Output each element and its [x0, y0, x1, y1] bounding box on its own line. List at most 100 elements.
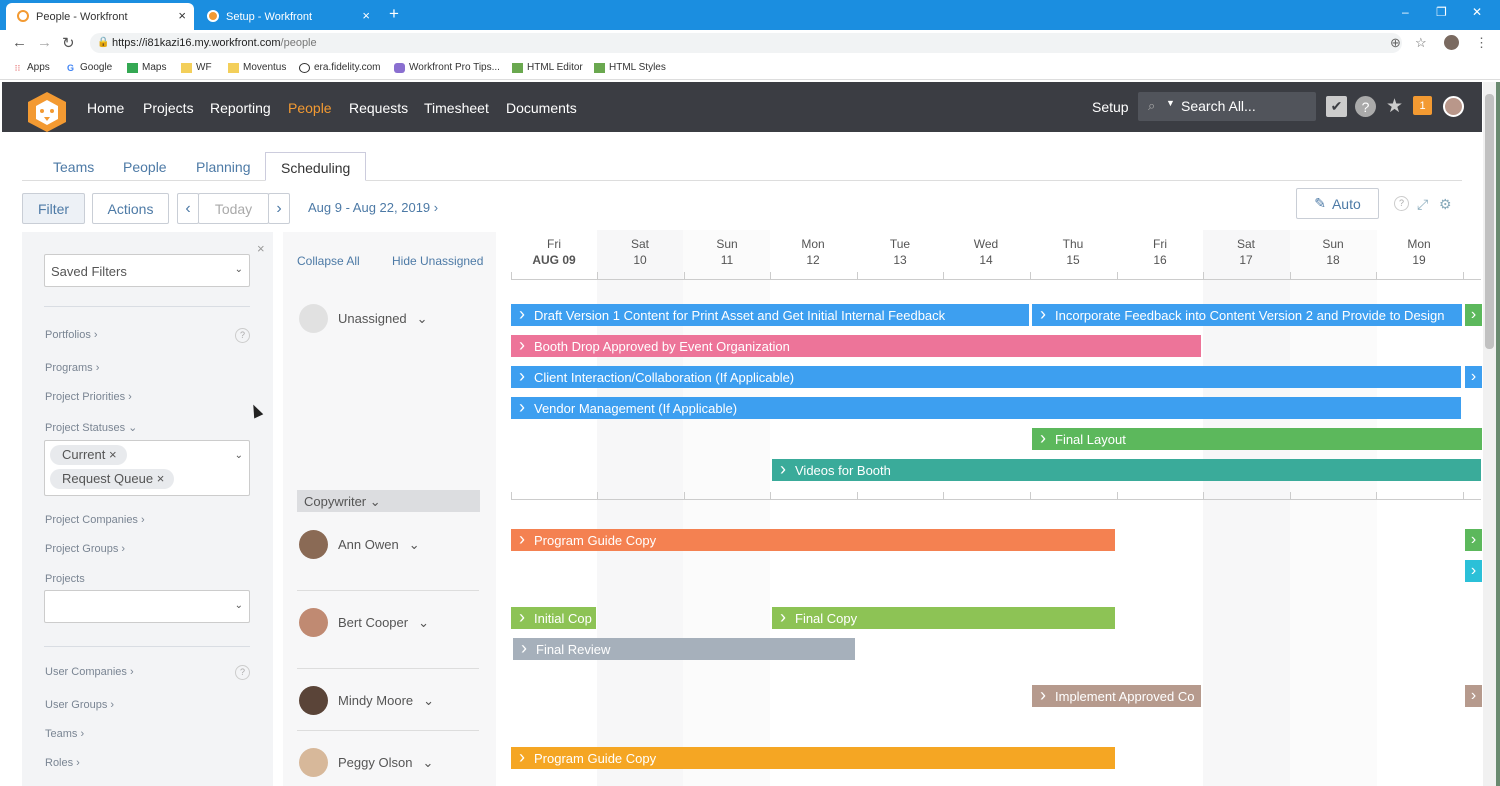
task-bar[interactable]: Videos for Booth	[772, 459, 1481, 481]
previous-icon[interactable]: ‹	[177, 193, 199, 224]
nav-people[interactable]: People	[288, 100, 332, 116]
scrollbar-thumb[interactable]	[1485, 94, 1494, 349]
task-bar[interactable]: Final Review	[513, 638, 855, 660]
bookmark-fidelity[interactable]: era.fidelity.com	[299, 62, 381, 73]
saved-filters-select[interactable]: Saved Filters ⌄	[44, 254, 250, 287]
task-bar[interactable]: Implement Approved Co	[1032, 685, 1201, 707]
expand-icon[interactable]: ⤢	[1417, 196, 1428, 213]
help-icon[interactable]: ?	[235, 665, 250, 680]
tab-planning[interactable]: Planning	[181, 152, 266, 181]
task-bar[interactable]: Draft Version 1 Content for Print Asset …	[511, 304, 1029, 326]
filter-roles[interactable]: Roles ›	[45, 757, 80, 769]
filter-project-priorities[interactable]: Project Priorities ›	[45, 391, 132, 403]
user-avatar[interactable]	[1443, 96, 1464, 117]
profile-avatar[interactable]	[1444, 35, 1459, 50]
task-bar[interactable]: Vendor Management (If Applicable)	[511, 397, 1461, 419]
role-group-copywriter[interactable]: Copywriter ⌄	[297, 490, 480, 512]
date-range-picker[interactable]: Aug 9 - Aug 22, 2019 ›	[308, 200, 438, 215]
person-row-ann-owen[interactable]: Ann Owen ⌄	[299, 530, 420, 559]
notification-badge[interactable]: 1	[1413, 96, 1432, 115]
restore-icon[interactable]: ❐	[1436, 5, 1447, 19]
filter-user-groups[interactable]: User Groups ›	[45, 699, 114, 711]
minimize-icon[interactable]: –	[1402, 5, 1409, 19]
nav-timesheet[interactable]: Timesheet	[424, 100, 489, 116]
actions-button[interactable]: Actions	[92, 193, 169, 224]
filter-project-statuses[interactable]: Project Statuses ⌄	[45, 421, 137, 434]
forward-icon[interactable]: →	[37, 34, 52, 51]
browser-tab-setup[interactable]: Setup - Workfront ×	[196, 3, 378, 30]
filter-button[interactable]: Filter	[22, 193, 85, 224]
bookmark-moventus[interactable]: Moventus	[228, 62, 286, 73]
today-button[interactable]: Today	[198, 193, 269, 224]
auto-assign-button[interactable]: ✎ Auto	[1296, 188, 1379, 219]
person-row-bert-cooper[interactable]: Bert Cooper ⌄	[299, 608, 429, 637]
task-bar[interactable]: Booth Drop Approved by Event Organizatio…	[511, 335, 1201, 357]
collapse-all-link[interactable]: Collapse All	[297, 254, 360, 268]
bookmark-star-icon[interactable]: ☆	[1415, 35, 1427, 51]
task-bar[interactable]: Client Interaction/Collaboration (If App…	[511, 366, 1461, 388]
chevron-down-icon[interactable]: ▼	[1166, 98, 1175, 108]
close-filter-panel-icon[interactable]: ×	[257, 241, 265, 256]
setup-link[interactable]: Setup	[1092, 99, 1129, 115]
my-work-check-icon[interactable]: ✔	[1326, 96, 1347, 117]
tab-teams[interactable]: Teams	[38, 152, 109, 181]
url-field[interactable]: 🔒 https://i81kazi16.my.workfront.com/peo…	[90, 33, 1402, 53]
person-row-mindy-moore[interactable]: Mindy Moore ⌄	[299, 686, 434, 715]
task-bar-overflow[interactable]: ›	[1465, 529, 1482, 551]
hide-unassigned-link[interactable]: Hide Unassigned	[392, 254, 483, 268]
unassigned-row[interactable]: Unassigned ⌄	[299, 304, 428, 333]
filter-portfolios[interactable]: Portfolios ›	[45, 329, 98, 341]
task-bar-overflow[interactable]: ›	[1465, 366, 1482, 388]
task-bar-overflow[interactable]: ›	[1465, 560, 1482, 582]
bookmark-maps[interactable]: Maps	[127, 62, 166, 73]
nav-documents[interactable]: Documents	[506, 100, 577, 116]
filter-project-companies[interactable]: Project Companies ›	[45, 514, 145, 526]
filter-user-companies[interactable]: User Companies ›	[45, 666, 134, 678]
bookmark-workfront-pro-tips[interactable]: Workfront Pro Tips...	[394, 62, 500, 73]
reload-icon[interactable]: ↻	[62, 34, 75, 52]
help-icon[interactable]: ?	[1394, 196, 1409, 211]
vertical-scrollbar[interactable]	[1483, 82, 1496, 786]
nav-requests[interactable]: Requests	[349, 100, 408, 116]
project-statuses-multiselect[interactable]: Current × Request Queue × ⌄	[44, 440, 250, 496]
bookmark-html-styles[interactable]: HTML Styles	[594, 62, 666, 73]
next-icon[interactable]: ›	[268, 193, 290, 224]
nav-projects[interactable]: Projects	[143, 100, 194, 116]
help-icon[interactable]: ?	[235, 328, 250, 343]
bookmark-html-editor[interactable]: HTML Editor	[512, 62, 583, 73]
tab-scheduling[interactable]: Scheduling	[265, 152, 367, 181]
remove-chip-icon[interactable]: ×	[157, 471, 165, 486]
remove-chip-icon[interactable]: ×	[109, 447, 117, 462]
bookmark-google[interactable]: G Google	[65, 62, 112, 73]
bookmark-apps[interactable]: ⁝⁝ Apps	[12, 62, 50, 73]
close-tab-icon[interactable]: ×	[362, 8, 370, 23]
search-all-input[interactable]: ⌕ ▼ Search All...	[1138, 92, 1316, 121]
zoom-icon[interactable]: ⊕	[1390, 35, 1401, 51]
bookmark-wf[interactable]: WF	[181, 62, 212, 73]
task-bar[interactable]: Incorporate Feedback into Content Versio…	[1032, 304, 1462, 326]
filter-programs[interactable]: Programs ›	[45, 362, 99, 374]
task-bar-overflow[interactable]: ›	[1465, 685, 1482, 707]
person-row-peggy-olson[interactable]: Peggy Olson ⌄	[299, 748, 433, 777]
nav-reporting[interactable]: Reporting	[210, 100, 271, 116]
workfront-lion-logo-icon[interactable]	[24, 90, 70, 134]
close-tab-icon[interactable]: ×	[178, 8, 186, 23]
browser-tab-people[interactable]: People - Workfront ×	[6, 3, 194, 30]
settings-gear-icon[interactable]: ⚙	[1439, 196, 1452, 213]
help-icon[interactable]: ?	[1355, 96, 1376, 117]
task-bar[interactable]: Program Guide Copy	[511, 529, 1115, 551]
task-bar-overflow[interactable]: ›	[1465, 304, 1482, 326]
task-bar[interactable]: Final Copy	[772, 607, 1115, 629]
task-bar[interactable]: Initial Cop	[511, 607, 596, 629]
new-tab-icon[interactable]: +	[389, 4, 399, 24]
close-window-icon[interactable]: ✕	[1472, 5, 1482, 19]
browser-menu-icon[interactable]: ⋮	[1475, 35, 1488, 51]
nav-home[interactable]: Home	[87, 100, 124, 116]
tab-people[interactable]: People	[108, 152, 182, 181]
favorites-star-icon[interactable]: ★	[1384, 96, 1405, 117]
back-icon[interactable]: ←	[12, 34, 27, 51]
filter-teams[interactable]: Teams ›	[45, 728, 84, 740]
projects-select[interactable]: ⌄	[44, 590, 250, 623]
task-bar[interactable]: Final Layout	[1032, 428, 1482, 450]
filter-project-groups[interactable]: Project Groups ›	[45, 543, 125, 555]
